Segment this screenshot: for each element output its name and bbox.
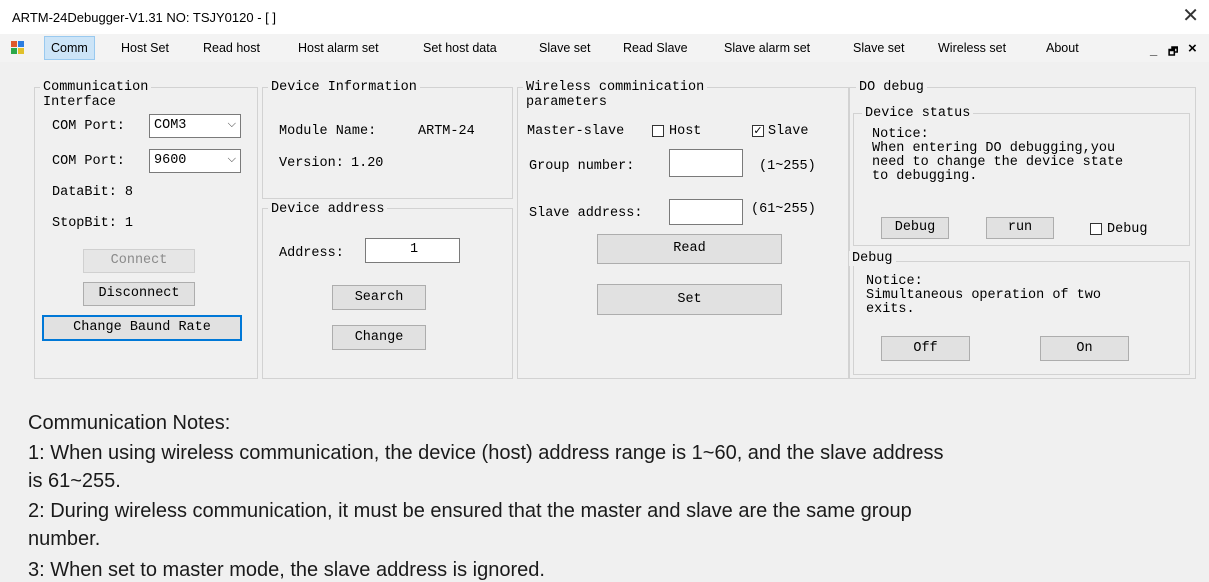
- note-line-1b: is 61~255.: [28, 470, 121, 492]
- menu-host-set[interactable]: Host Set: [121, 41, 169, 55]
- note-line-3: 3: When set to master mode, the slave ad…: [28, 559, 545, 581]
- mdi-minimize-button[interactable]: _: [1150, 42, 1157, 57]
- host-checkbox-label: Host: [669, 124, 702, 139]
- debug-notice: Notice: Simultaneous operation of two ex…: [866, 274, 1101, 317]
- module-name-label: Module Name:: [279, 124, 377, 139]
- device-info-legend: Device Information: [268, 80, 420, 95]
- version-value: 1.20: [351, 156, 384, 171]
- menu-slave-set-2[interactable]: Slave set: [853, 41, 904, 55]
- group-number-input[interactable]: [669, 149, 743, 177]
- menu-read-slave[interactable]: Read Slave: [623, 41, 688, 55]
- comm-interface-legend: Communication Interface: [40, 80, 152, 110]
- mdi-restore-button[interactable]: 🗗: [1168, 43, 1178, 62]
- device-status-notice: Notice: When entering DO debugging,you n…: [872, 127, 1124, 184]
- group-range-label: (1~255): [759, 159, 816, 174]
- window-close-button[interactable]: ✕: [1182, 6, 1199, 26]
- databit-label: DataBit: 8: [52, 185, 134, 200]
- slave-address-label: Slave address:: [529, 206, 643, 221]
- search-button[interactable]: Search: [332, 285, 426, 310]
- main-panel: Communication Interface COM Port: COM3 ⌵…: [0, 62, 1209, 581]
- change-baud-rate-button[interactable]: Change Baund Rate: [42, 315, 242, 341]
- off-button[interactable]: Off: [881, 336, 970, 361]
- host-checkbox[interactable]: [652, 125, 664, 137]
- note-line-2b: number.: [28, 528, 101, 550]
- menu-wireless-set[interactable]: Wireless set: [938, 41, 1006, 55]
- title-bar: ARTM-24Debugger-V1.31 NO: TSJY0120 - [ ]…: [0, 0, 1209, 34]
- slave-checkbox[interactable]: ✓: [752, 125, 764, 137]
- com-port-label: COM Port:: [52, 119, 125, 134]
- baud-label: COM Port:: [52, 154, 125, 169]
- slave-address-input[interactable]: [669, 199, 743, 225]
- note-line-1: 1: When using wireless communication, th…: [28, 442, 944, 464]
- debug-checkbox[interactable]: [1090, 223, 1102, 235]
- menu-slave-set[interactable]: Slave set: [539, 41, 590, 55]
- run-button[interactable]: run: [986, 217, 1054, 239]
- menu-bar: Comm Host Set Read host Host alarm set S…: [0, 34, 1209, 63]
- address-input[interactable]: 1: [365, 238, 460, 263]
- device-address-legend: Device address: [268, 202, 388, 217]
- menu-slave-alarm-set[interactable]: Slave alarm set: [724, 41, 810, 55]
- wireless-legend: Wireless comminication parameters: [523, 80, 708, 110]
- menu-set-host-data[interactable]: Set host data: [423, 41, 497, 55]
- connect-button[interactable]: Connect: [83, 249, 195, 273]
- baud-rate-value: 9600: [154, 153, 187, 168]
- debug-checkbox-label: Debug: [1107, 222, 1148, 237]
- debug-legend: Debug: [849, 251, 896, 266]
- version-label: Version:: [279, 156, 344, 171]
- com-port-select[interactable]: COM3 ⌵: [149, 114, 241, 138]
- module-name-value: ARTM-24: [418, 124, 475, 139]
- chevron-down-icon: ⌵: [227, 154, 236, 166]
- note-line-2: 2: During wireless communication, it mus…: [28, 500, 912, 522]
- menu-about[interactable]: About: [1046, 41, 1079, 55]
- baud-rate-select[interactable]: 9600 ⌵: [149, 149, 241, 173]
- com-port-value: COM3: [154, 118, 187, 133]
- on-button[interactable]: On: [1040, 336, 1129, 361]
- disconnect-button[interactable]: Disconnect: [83, 282, 195, 306]
- address-label: Address:: [279, 246, 344, 261]
- menu-host-alarm-set[interactable]: Host alarm set: [298, 41, 379, 55]
- debug-button[interactable]: Debug: [881, 217, 949, 239]
- window-title: ARTM-24Debugger-V1.31 NO: TSJY0120 - [ ]: [12, 10, 276, 25]
- app-icon: [11, 41, 24, 54]
- wireless-read-button[interactable]: Read: [597, 234, 782, 264]
- change-address-button[interactable]: Change: [332, 325, 426, 350]
- address-value: 1: [410, 242, 419, 257]
- menu-read-host[interactable]: Read host: [203, 41, 260, 55]
- slave-address-range-label: (61~255): [751, 202, 816, 217]
- group-number-label: Group number:: [529, 159, 635, 174]
- device-info-group: [262, 87, 513, 199]
- wireless-set-button[interactable]: Set: [597, 284, 782, 315]
- mdi-close-button[interactable]: ×: [1188, 40, 1197, 57]
- device-status-legend: Device status: [862, 106, 974, 121]
- slave-checkbox-label: Slave: [768, 124, 809, 139]
- chevron-down-icon: ⌵: [227, 119, 236, 131]
- stopbit-label: StopBit: 1: [52, 216, 134, 231]
- notes-title: Communication Notes:: [28, 412, 231, 434]
- do-debug-legend: DO debug: [856, 80, 927, 95]
- menu-comm[interactable]: Comm: [44, 36, 95, 60]
- master-slave-label: Master-slave: [527, 124, 625, 139]
